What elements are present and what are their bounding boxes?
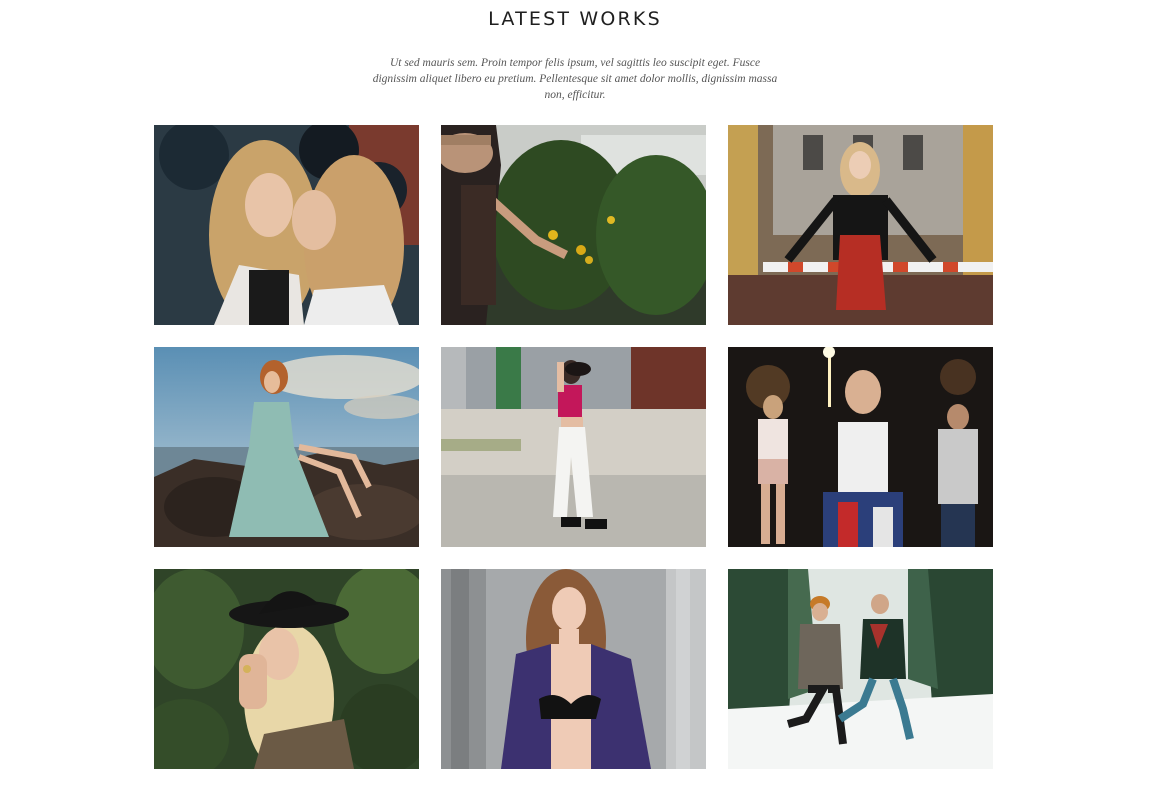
section-description: Ut sed mauris sem. Proin tempor felis ip… <box>372 57 778 101</box>
gallery-item[interactable] <box>441 125 706 325</box>
gallery-item[interactable] <box>728 569 993 769</box>
portfolio-photo <box>441 125 706 325</box>
section-title: LATEST WORKS <box>488 8 662 30</box>
portfolio-photo <box>441 569 706 769</box>
gallery-item[interactable] <box>728 347 993 547</box>
gallery-item[interactable] <box>441 569 706 769</box>
gallery-item[interactable] <box>154 347 419 547</box>
latest-works-section: LATEST WORKS Ut sed mauris sem. Proin te… <box>0 0 1150 790</box>
gallery-item[interactable] <box>441 347 706 547</box>
gallery-item[interactable] <box>154 125 419 325</box>
portfolio-photo <box>728 347 993 547</box>
portfolio-photo <box>154 347 419 547</box>
portfolio-photo <box>728 125 993 325</box>
portfolio-gallery <box>154 125 993 770</box>
portfolio-photo <box>154 125 419 325</box>
portfolio-photo <box>154 569 419 769</box>
gallery-item[interactable] <box>728 125 993 325</box>
portfolio-photo <box>728 569 993 769</box>
portfolio-photo <box>441 347 706 547</box>
gallery-item[interactable] <box>154 569 419 769</box>
